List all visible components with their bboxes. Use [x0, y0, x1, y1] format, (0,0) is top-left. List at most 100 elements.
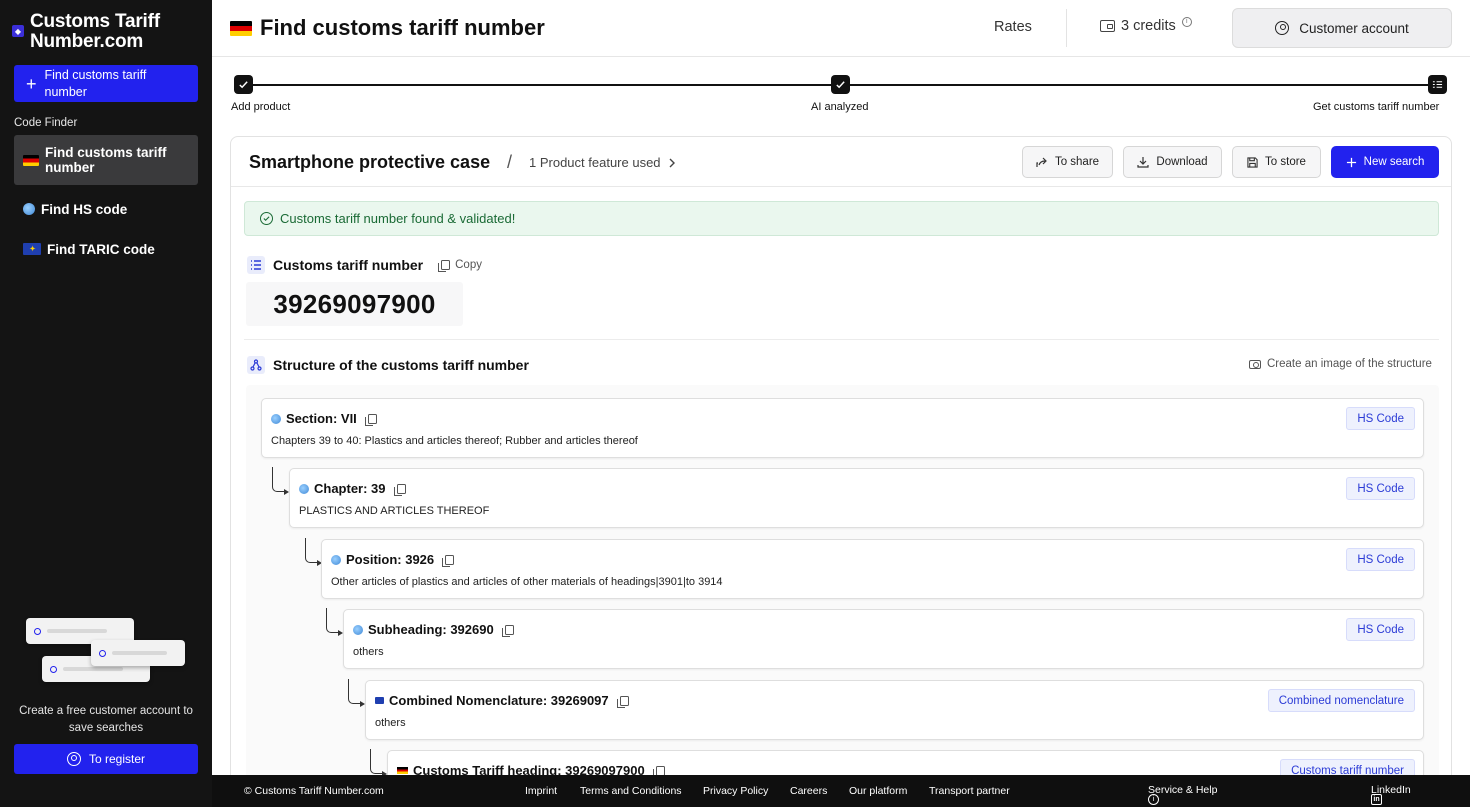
illustration-card — [91, 640, 185, 666]
footer-link-transport[interactable]: Transport partner — [929, 785, 1010, 797]
tree-connector — [348, 679, 365, 707]
node-title: Position: 3926 — [346, 552, 435, 567]
result-card-header: Smartphone protective case / 1 Product f… — [231, 137, 1451, 187]
store-button[interactable]: To store — [1232, 146, 1321, 178]
sidebar-item-customs-tariff[interactable]: Find customs tariff number — [14, 135, 198, 185]
download-icon — [1137, 157, 1150, 168]
credits-label: 3 credits — [1121, 18, 1176, 34]
promo-text: Create a free customer account to save s… — [19, 705, 193, 734]
structure-icon — [247, 356, 265, 374]
node-badge: HS Code — [1346, 618, 1415, 641]
sidebar-item-label: Find TARIC code — [47, 241, 155, 257]
register-label: To register — [88, 752, 146, 766]
node-title: Section: VII — [286, 411, 357, 426]
service-help-label: Service & Help — [1148, 784, 1218, 796]
structure-node-section: Section: VII Chapters 39 to 40: Plastics… — [261, 398, 1424, 458]
globe-icon — [23, 203, 35, 215]
globe-icon — [353, 624, 363, 635]
footer-copyright: © Customs Tariff Number.com — [244, 785, 384, 797]
save-icon — [1247, 156, 1258, 168]
tariff-number-value: 39269097900 — [246, 282, 463, 326]
node-description: others — [375, 717, 406, 729]
rates-link[interactable]: Rates — [994, 19, 1032, 35]
credits-indicator[interactable]: 3 credits i — [1100, 17, 1192, 34]
copy-button[interactable]: Copy — [438, 259, 482, 272]
copy-icon[interactable] — [652, 765, 665, 778]
footer-link-imprint[interactable]: Imprint — [525, 785, 557, 797]
create-structure-image-button[interactable]: Create an image of the structure — [1249, 358, 1432, 370]
result-card: Smartphone protective case / 1 Product f… — [230, 136, 1452, 796]
node-badge: HS Code — [1346, 548, 1415, 571]
tree-connector — [370, 749, 387, 777]
footer-link-platform[interactable]: Our platform — [849, 785, 907, 797]
logo-icon: ◆ — [12, 25, 24, 37]
divider — [244, 339, 1439, 340]
store-label: To store — [1265, 156, 1306, 168]
flag-germany-icon — [230, 20, 252, 36]
node-badge: Combined nomenclature — [1267, 689, 1415, 712]
search-icon — [99, 649, 106, 657]
chevron-right-icon — [669, 158, 675, 167]
copy-icon[interactable] — [501, 624, 514, 637]
success-alert: Customs tariff number found & validated! — [244, 201, 1439, 236]
brand[interactable]: ◆ Customs Tariff Number.com — [12, 12, 180, 52]
footer-link-careers[interactable]: Careers — [790, 785, 827, 797]
node-title: Combined Nomenclature: 39269097 — [389, 693, 609, 708]
footer-link-terms[interactable]: Terms and Conditions — [580, 785, 682, 797]
page-title-text: Find customs tariff number — [260, 15, 545, 40]
step-label-ai-analyzed: AI analyzed — [811, 101, 869, 113]
plus-icon — [1346, 157, 1356, 167]
download-button[interactable]: Download — [1123, 146, 1222, 178]
new-search-button[interactable]: New search — [1331, 146, 1439, 178]
node-title: Subheading: 392690 — [368, 622, 494, 637]
copy-icon[interactable] — [393, 483, 406, 496]
info-icon: i — [1148, 794, 1159, 805]
code-finder-heading: Code Finder — [14, 117, 78, 129]
flag-eu-icon — [375, 697, 384, 704]
tariff-number-heading-text: Customs tariff number — [273, 257, 424, 273]
features-used-link[interactable]: 1 Product feature used — [529, 155, 676, 170]
camera-icon — [1249, 359, 1261, 369]
copy-label: Copy — [455, 259, 482, 271]
globe-icon — [299, 483, 309, 494]
top-header: Find customs tariff number Rates 3 credi… — [212, 0, 1470, 57]
search-illustration — [24, 616, 194, 686]
info-icon[interactable]: i — [1181, 17, 1192, 27]
sidebar-item-hs-code[interactable]: Find HS code — [14, 201, 198, 217]
check-icon — [836, 81, 845, 89]
user-icon — [1275, 21, 1290, 35]
sidebar-item-taric-code[interactable]: ✦ Find TARIC code — [14, 241, 198, 257]
copy-icon[interactable] — [616, 695, 629, 708]
copy-icon — [438, 260, 451, 272]
linkedin-link[interactable]: in LinkedIn — [1371, 784, 1411, 805]
find-customs-tariff-number-button[interactable]: + Find customs tariff number — [14, 65, 198, 102]
footer-link-privacy[interactable]: Privacy Policy — [703, 785, 768, 797]
page-title: Find customs tariff number — [230, 15, 545, 41]
register-button[interactable]: To register — [14, 744, 198, 774]
linkedin-icon: in — [1371, 794, 1382, 805]
customer-account-button[interactable]: Customer account — [1232, 8, 1452, 48]
structure-node-chapter: Chapter: 39 PLASTICS AND ARTICLES THEREO… — [289, 468, 1424, 528]
share-button[interactable]: To share — [1022, 146, 1113, 178]
sidebar: ◆ Customs Tariff Number.com + Find custo… — [0, 0, 212, 807]
node-badge: HS Code — [1346, 407, 1415, 430]
step-label-add-product: Add product — [231, 101, 291, 113]
user-icon — [66, 752, 81, 766]
node-title: Chapter: 39 — [314, 481, 386, 496]
download-label: Download — [1156, 156, 1208, 168]
structure-node-position: Position: 3926 Other articles of plastic… — [321, 539, 1424, 599]
sidebar-item-label: Find customs tariff number — [45, 145, 167, 175]
copy-icon[interactable] — [442, 554, 455, 567]
tree-connector — [305, 538, 322, 566]
flag-germany-icon — [397, 767, 408, 774]
globe-icon — [331, 554, 341, 565]
structure-node-combined-nomenclature: Combined Nomenclature: 39269097 others C… — [365, 680, 1424, 740]
flag-germany-icon — [23, 154, 39, 166]
brand-name: Customs Tariff Number.com — [30, 11, 160, 52]
header-divider — [1066, 9, 1067, 47]
service-help-link[interactable]: i Service & Help — [1148, 784, 1218, 805]
plus-icon: + — [26, 73, 37, 94]
flag-eu-icon: ✦ — [23, 243, 41, 255]
step-done-marker — [234, 75, 253, 94]
copy-icon[interactable] — [364, 413, 377, 426]
